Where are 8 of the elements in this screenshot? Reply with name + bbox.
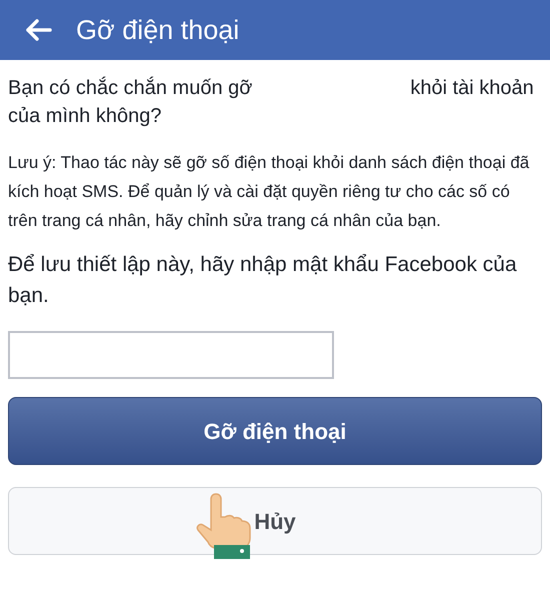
back-arrow-icon[interactable] <box>24 18 52 42</box>
remove-phone-button[interactable]: Gỡ điện thoại <box>8 397 542 465</box>
note-text: Lưu ý: Thao tác này sẽ gỡ số điện thoại khỏi danh sách điện thoại đã kích hoạt SMS. Để quản lý và cài đặt quyền riêng tư cho các số có trên trang cá nhân, hãy chỉnh sửa trang cá nhân của bạn. <box>8 152 530 232</box>
password-field[interactable] <box>8 331 334 379</box>
cancel-button[interactable]: Hủy <box>8 487 542 555</box>
password-prompt: Để lưu thiết lập này, hãy nhập mật khẩu Facebook của bạn. <box>8 252 518 309</box>
page-title: Gỡ điện thoại <box>76 14 240 47</box>
confirmation-question: Bạn có chắc chắn muốn gỡ khỏi tài khoản của mình không? <box>8 76 534 129</box>
